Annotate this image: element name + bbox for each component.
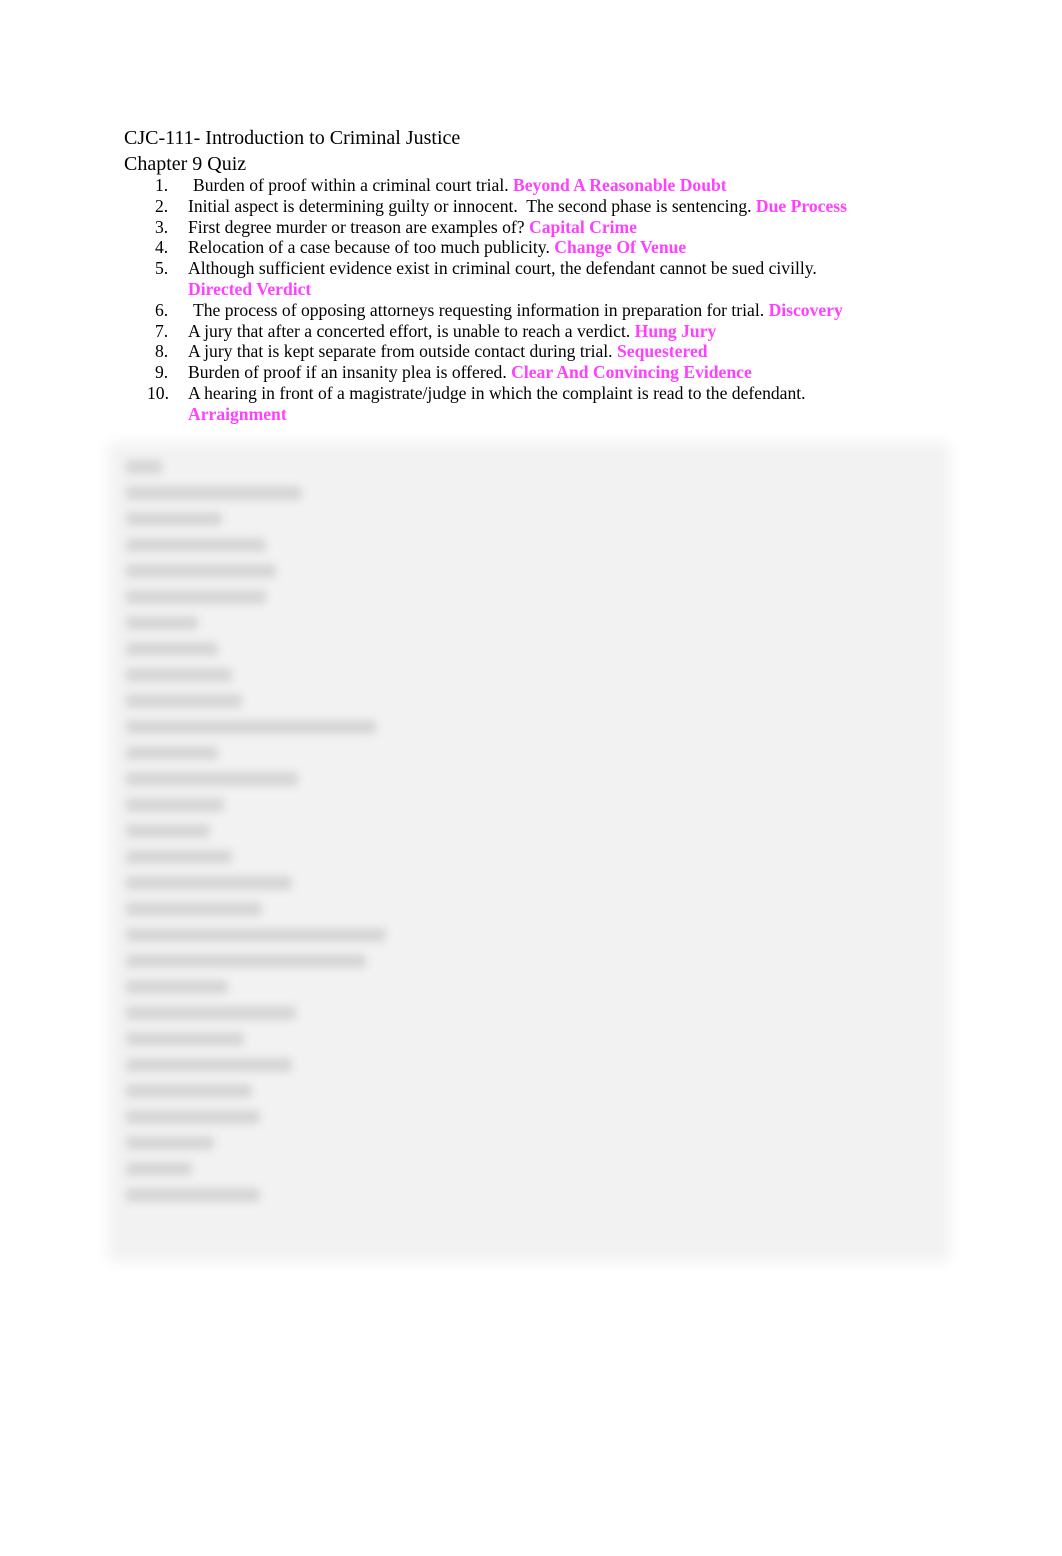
question-text: Burden of proof if an insanity plea is o… <box>188 362 507 383</box>
question-answer: Beyond A Reasonable Doubt <box>513 175 727 195</box>
blurred-word-bank-line <box>126 928 386 942</box>
question-number: 4. <box>155 237 169 258</box>
blurred-word-bank-line <box>126 642 218 656</box>
question-number: 10. <box>147 382 169 403</box>
question-text: A hearing in front of a magistrate/judge… <box>188 382 806 403</box>
question-text: A jury that is kept separate from outsid… <box>188 341 613 362</box>
quiz-question: 2. Initial aspect is determining guilty o… <box>124 196 924 217</box>
question-number: 6. <box>155 299 169 320</box>
question-number: 3. <box>155 216 169 237</box>
blurred-word-bank-line <box>126 720 376 734</box>
blurred-word-bank-line <box>126 798 224 812</box>
blurred-word-bank-line <box>126 980 228 994</box>
question-answer: Capital Crime <box>529 216 637 237</box>
question-text: Initial aspect is determining guilty or … <box>188 195 752 216</box>
blurred-word-bank-line <box>126 1084 252 1098</box>
question-number: 7. <box>155 320 169 341</box>
blurred-word-bank <box>118 452 940 1252</box>
blurred-word-bank-line <box>126 772 298 786</box>
blurred-word-bank-line <box>126 564 276 578</box>
question-answer: Clear And Convincing Evidence <box>511 362 752 383</box>
title-block: CJC-111- Introduction to Criminal Justic… <box>124 125 460 177</box>
blurred-word-bank-line <box>126 1032 244 1046</box>
question-answer: Sequestered <box>616 341 708 362</box>
question-text: The process of opposing attorneys reques… <box>193 299 765 320</box>
blurred-word-bank-line <box>126 590 266 604</box>
question-text: Relocation of a case because of too much… <box>188 237 550 258</box>
question-number: 5. <box>155 258 169 279</box>
question-answer: Discovery <box>768 299 843 320</box>
blurred-word-bank-line <box>126 1006 296 1020</box>
quiz-question: 8. A jury that is kept separate from outs… <box>124 341 924 362</box>
question-number: 1. <box>155 175 169 195</box>
question-answer: Hung Jury <box>634 320 717 341</box>
quiz-question: 5. Although sufficient evidence exist in … <box>124 258 924 300</box>
blurred-word-bank-line <box>126 1058 292 1072</box>
question-text: Although sufficient evidence exist in cr… <box>188 258 817 279</box>
blurred-word-bank-line <box>126 902 262 916</box>
blurred-word-bank-line <box>126 486 302 500</box>
blurred-word-bank-line <box>126 512 222 526</box>
quiz-question: 7. A jury that after a concerted effort, … <box>124 321 924 342</box>
blurred-word-bank-line <box>126 616 198 630</box>
quiz-question-list: 1. Burden of proof within a criminal cour… <box>124 175 924 425</box>
quiz-title: Chapter 9 Quiz <box>124 153 247 175</box>
question-text: Burden of proof within a criminal court … <box>193 175 509 195</box>
question-answer: Due Process <box>755 195 847 216</box>
blurred-word-bank-line <box>126 850 232 864</box>
quiz-question: 6. The process of opposing attorneys requ… <box>124 300 924 321</box>
document-page: CJC-111- Introduction to Criminal Justic… <box>0 0 1062 1556</box>
question-number: 9. <box>155 362 169 383</box>
question-answer: Directed Verdict <box>188 278 312 299</box>
blurred-word-bank-line <box>126 668 232 682</box>
question-answer: Change Of Venue <box>554 237 687 258</box>
question-answer: Arraignment <box>188 403 287 424</box>
question-text: A jury that after a concerted effort, is… <box>188 320 631 341</box>
blurred-word-bank-line <box>126 876 292 890</box>
quiz-question: 10. A hearing in front of a magistrate/ju… <box>124 383 924 425</box>
blurred-word-bank-line <box>126 538 266 552</box>
blurred-word-bank-line <box>126 1162 192 1176</box>
blurred-word-bank-line <box>126 694 242 708</box>
blurred-word-bank-line <box>126 824 210 838</box>
question-number: 2. <box>155 195 169 216</box>
question-text: First degree murder or treason are examp… <box>188 216 525 237</box>
blurred-word-bank-line <box>126 954 366 968</box>
blurred-word-bank-line <box>126 1188 260 1202</box>
question-number: 8. <box>155 341 169 362</box>
blurred-word-bank-line <box>126 1136 214 1150</box>
course-title: CJC-111- Introduction to Criminal Justic… <box>124 127 461 149</box>
blurred-word-bank-line <box>126 460 162 474</box>
quiz-question: 1. Burden of proof within a criminal cour… <box>124 175 924 196</box>
quiz-question: 3. First degree murder or treason are exa… <box>124 217 924 238</box>
quiz-question: 9. Burden of proof if an insanity plea is… <box>124 362 924 383</box>
quiz-question: 4. Relocation of a case because of too mu… <box>124 237 924 258</box>
blurred-word-bank-line <box>126 1110 260 1124</box>
blurred-word-bank-line <box>126 746 218 760</box>
